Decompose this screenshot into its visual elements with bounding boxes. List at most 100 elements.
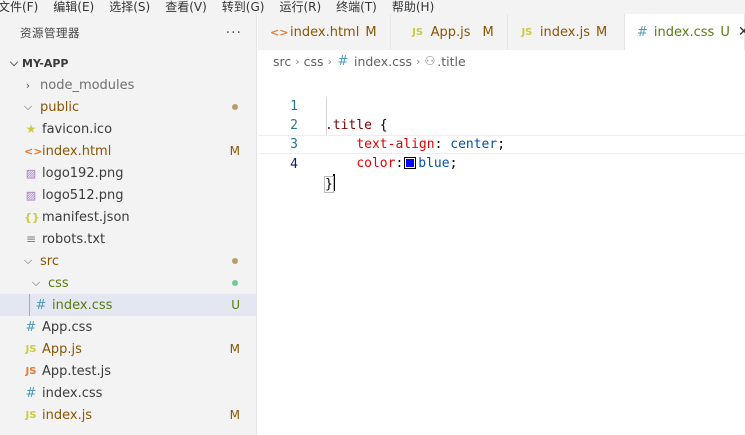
tree-folder-public[interactable]: ⌵ public [0,96,256,118]
tree-file-index-html[interactable]: <> index.html M [0,140,256,162]
css-file-icon: # [35,297,47,313]
menu-run[interactable]: 运行(R) [279,0,321,14]
indent-guide [29,294,30,316]
js-file-icon: JS [25,343,37,355]
tree-file-app-test-js[interactable]: JS App.test.js [0,360,256,382]
untracked-badge: U [231,298,240,312]
html-file-icon: <> [270,25,289,39]
menu-terminal[interactable]: 终端(T) [336,0,377,14]
menu-file[interactable]: 文件(F) [0,0,38,14]
modified-dot-icon [232,104,238,110]
tab-label: index.css [653,24,715,40]
menu-selection[interactable]: 选择(S) [109,0,150,14]
css-file-icon: # [337,53,349,69]
text-cursor [332,174,335,191]
favicon-file-icon: ★ [25,122,37,136]
js-file-icon: JS [25,409,37,421]
tab-app-js[interactable]: JS App.js M [391,14,508,50]
json-file-icon: {} [24,210,40,224]
code-line-4: 4 } [258,135,745,193]
close-icon[interactable]: ✕ [738,24,745,40]
breadcrumb-css[interactable]: css [304,54,324,69]
image-file-icon: ▨ [25,166,37,180]
chevron-right-icon: › [25,78,31,92]
menu-go[interactable]: 转到(G) [222,0,265,14]
tree-file-src-index-css[interactable]: # index.css [0,382,256,404]
tab-index-html[interactable]: <> index.html M [258,14,391,50]
tree-file-favicon[interactable]: ★ favicon.ico [0,118,256,140]
tab-label: index.html [290,24,360,40]
css-file-icon: # [25,319,37,335]
tree-file-logo512[interactable]: ▨ logo512.png [0,184,256,206]
js-file-icon: JS [521,26,533,38]
breadcrumb-src[interactable]: src [273,54,291,69]
more-actions-icon[interactable]: ··· [226,25,242,41]
code-line-3: 3 color: blue; [258,116,745,171]
tree-label: logo512.png [42,187,124,203]
menubar: 文件(F) 编辑(E) 选择(S) 查看(V) 转到(G) 运行(R) 终端(T… [0,0,745,14]
image-file-icon: ▨ [25,188,37,202]
semicolon: ; [449,156,458,171]
close-brace: } [324,176,334,193]
tree-label: src [40,253,59,269]
code-line-1: 1 .title { [258,78,745,133]
tree-file-logo192[interactable]: ▨ logo192.png [0,162,256,184]
modified-badge: M [365,24,377,40]
js-file-icon: JS [25,365,37,377]
tree-label: logo192.png [42,165,124,181]
line-number: 4 [290,157,298,172]
tree-label: manifest.json [42,209,130,225]
tree-label: App.js [42,341,82,357]
tree-label: css [48,275,69,291]
chevron-down-icon: ⌵ [23,254,33,267]
tree-file-manifest[interactable]: {} manifest.json [0,206,256,228]
tree-folder-css[interactable]: ⌵ css [0,272,256,294]
tree-label: index.css [52,297,113,313]
css-property: color [356,156,396,171]
breadcrumb-file[interactable]: index.css [354,54,412,69]
tree-file-app-js[interactable]: JS App.js M [0,338,256,360]
editor-tabbar: <> index.html M JS App.js M JS index.js … [258,14,745,50]
modified-badge: M [229,144,240,158]
text-file-icon: ≡ [25,232,37,246]
tree-label: App.css [42,319,93,335]
tree-file-css-index-css[interactable]: # index.css U [0,294,256,316]
untracked-dot-icon [232,280,238,286]
tab-index-css[interactable]: # index.css U ✕ [625,14,745,50]
colon: : [395,156,404,171]
tree-label: index.css [42,385,103,401]
project-name: MY-APP [22,56,69,70]
breadcrumb: src › css › # index.css › ⚇ .title [258,50,745,72]
chevron-down-icon: ⌵ [23,100,33,113]
tree-folder-node-modules[interactable]: › node_modules [0,74,256,96]
chevron-right-icon: › [327,54,332,68]
tree-label: robots.txt [42,231,106,247]
tree-label: App.test.js [42,363,112,379]
tree-folder-src[interactable]: ⌵ src [0,250,256,272]
modified-badge: M [482,24,494,40]
menu-help[interactable]: 帮助(H) [392,0,434,14]
css-file-icon: # [637,24,648,40]
tree-label: index.html [42,143,112,159]
project-folder[interactable]: ⌵ MY-APP [0,52,256,74]
tree-label: node_modules [40,77,135,93]
css-file-icon: # [25,385,37,401]
color-swatch[interactable] [404,157,417,169]
modified-badge: M [596,24,608,40]
tab-index-js[interactable]: JS index.js M [508,14,625,50]
tab-label: App.js [430,24,471,40]
tree-file-robots[interactable]: ≡ robots.txt [0,228,256,250]
tree-file-index-js[interactable]: JS index.js M [0,404,256,426]
css-value: blue [418,156,450,171]
menu-edit[interactable]: 编辑(E) [53,0,94,14]
html-file-icon: <> [24,144,43,158]
chevron-down-icon: ⌵ [9,56,19,69]
modified-dot-icon [232,258,238,264]
explorer-header: 资源管理器 ··· [0,14,256,52]
breadcrumb-symbol[interactable]: .title [437,54,465,69]
chevron-down-icon: ⌵ [31,276,41,289]
tree-file-app-css[interactable]: # App.css [0,316,256,338]
tab-label: index.js [539,24,591,40]
menu-view[interactable]: 查看(V) [165,0,207,14]
code-editor[interactable]: 1 .title { 2 text-align: center; 3 color… [258,78,745,435]
